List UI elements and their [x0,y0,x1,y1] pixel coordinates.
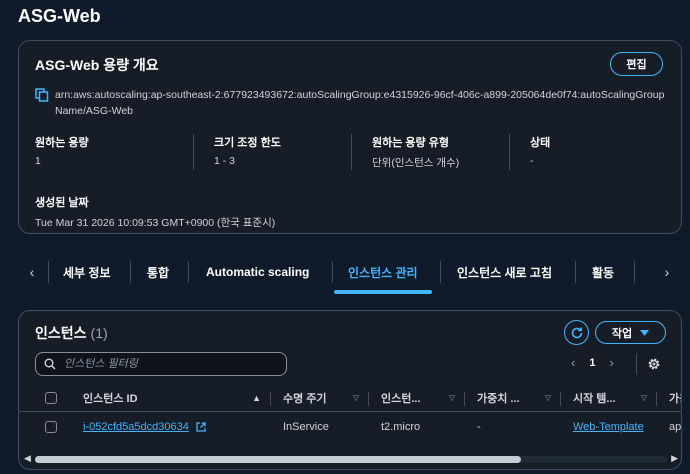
tab-details[interactable]: 세부 정보 [63,253,111,291]
tab-instance-refresh[interactable]: 인스턴스 새로 고침 [457,253,552,291]
tab-scroll-right-icon[interactable]: › [659,262,675,282]
page-title: ASG-Web [18,6,101,26]
field-value: 1 - 3 [214,155,236,167]
column-label: 수명 주기 [283,392,327,405]
pagination-divider [636,354,637,374]
created-label: 생성된 날짜 [35,197,89,209]
tab-automatic-scaling[interactable]: Automatic scaling [206,253,309,291]
pagination: ‹ 1 › [571,355,614,370]
sort-caret-icon: ▽ [640,393,647,403]
column-label: 가중치 ... [477,392,520,405]
table-row[interactable]: i-052cfd5a5dcd30634 InService t2.micro -… [19,411,682,443]
availability-zone-cell: apse2- [669,421,682,434]
select-all-checkbox[interactable] [45,391,57,404]
field-scaling-limits: 크기 조정 한도 1 - 3 [193,134,351,170]
column-header-instance-type[interactable]: 인스턴... ▽ [369,385,465,412]
field-label: 원하는 용량 [35,137,89,149]
column-header-weight[interactable]: 가중치 ... ▽ [465,385,561,412]
column-header-lifecycle[interactable]: 수명 주기 ▽ [271,385,369,412]
column-header-instance-id[interactable]: 인스턴스 ID ▲ [71,385,271,412]
field-value: 단위(인스턴스 개수) [372,157,460,169]
tab-divider [130,261,131,283]
weight-cell: - [477,421,481,434]
instances-table: 인스턴스 ID ▲ 수명 주기 ▽ 인스턴... ▽ 가중치 ... ▽ 시작 템...… [19,385,682,443]
launch-template-cell: Web-Template [561,411,657,443]
copy-icon[interactable] [35,88,49,102]
capacity-overview-title: ASG-Web 용량 개요 [35,57,159,73]
capacity-fields: 원하는 용량 1 크기 조정 한도 1 - 3 원하는 용량 유형 단위(인스턴… [35,134,671,170]
field-value: 1 [35,155,41,167]
tab-scroll-left-icon[interactable]: ‹ [24,262,40,282]
instances-count: (1) [90,325,108,341]
external-link-icon[interactable] [196,422,206,432]
tab-divider [332,261,333,283]
field-status: 상태 - [509,134,667,170]
instances-heading: 인스턴스 (1) [35,323,108,343]
tab-bar: ‹ 세부 정보 통합 Automatic scaling 인스턴스 관리 인스턴… [18,253,682,297]
caret-down-icon [640,329,650,336]
tab-instance-management[interactable]: 인스턴스 관리 [334,253,432,294]
created-date: 생성된 날짜 Tue Mar 31 2026 10:09:53 GMT+0900… [35,194,275,230]
refresh-button[interactable] [564,320,589,345]
page-number[interactable]: 1 [589,357,595,369]
tab-divider [634,261,635,283]
horizontal-scrollbar[interactable]: ◀ ▶ [21,453,681,465]
instance-id-link[interactable]: i-052cfd5a5dcd30634 [83,421,189,433]
row-select-cell [19,411,71,443]
column-label: 가용 영 [669,392,681,405]
field-capacity-type: 원하는 용량 유형 단위(인스턴스 개수) [351,134,509,170]
scroll-right-icon[interactable]: ▶ [671,453,678,464]
sort-caret-icon: ▽ [544,393,551,403]
sort-ascending-icon: ▲ [252,392,261,403]
sort-caret-icon: ▽ [352,393,359,403]
select-all-header [19,385,71,412]
field-desired-capacity: 원하는 용량 1 [35,134,193,170]
instance-filter[interactable] [35,352,287,376]
sort-caret-icon: ▽ [448,393,455,403]
tab-divider [188,261,189,283]
field-label: 상태 [530,137,551,149]
column-header-launch-template[interactable]: 시작 템... ▽ [561,385,657,412]
settings-gear-icon[interactable] [646,356,662,372]
actions-label: 작업 [611,327,633,340]
lifecycle-cell: InService [283,421,329,434]
column-label: 인스턴... [381,392,421,405]
instance-id-cell: i-052cfd5a5dcd30634 [71,411,271,443]
scroll-left-icon[interactable]: ◀ [24,453,31,464]
tab-divider [48,261,49,283]
field-label: 크기 조정 한도 [214,137,281,149]
arn-value: arn:aws:autoscaling:ap-southeast-2:67792… [55,89,665,117]
instance-filter-input[interactable] [64,358,264,370]
column-label: 인스턴스 ID [83,392,138,405]
instance-type-cell: t2.micro [381,421,421,434]
next-page-icon[interactable]: › [609,355,613,370]
row-checkbox[interactable] [45,421,57,434]
tab-integrations[interactable]: 통합 [147,253,169,291]
refresh-icon [571,327,582,338]
scrollbar-thumb[interactable] [35,456,521,463]
capacity-overview-card: ASG-Web 용량 개요 편집 arn:aws:autoscaling:ap-… [18,40,682,234]
field-label: 원하는 용량 유형 [372,137,449,149]
created-value: Tue Mar 31 2026 10:09:53 GMT+0900 (한국 표준… [35,217,276,229]
launch-template-link[interactable]: Web-Template [573,421,644,433]
tab-divider [440,261,441,283]
field-value: - [530,155,534,167]
edit-button[interactable]: 편집 [610,52,663,76]
arn-row: arn:aws:autoscaling:ap-southeast-2:67792… [35,87,671,119]
previous-page-icon[interactable]: ‹ [571,355,575,370]
table-header-row: 인스턴스 ID ▲ 수명 주기 ▽ 인스턴... ▽ 가중치 ... ▽ 시작 템...… [19,385,681,412]
tab-divider [575,261,576,283]
actions-button[interactable]: 작업 [595,321,666,344]
search-icon [44,358,56,370]
column-header-availability-zone[interactable]: 가용 영 [657,385,681,412]
instances-card: 인스턴스(1) 작업 ‹ 1 › 인스턴스 ID ▲ [18,310,682,470]
tab-activity[interactable]: 활동 [592,253,614,291]
instances-title: 인스턴스 [35,325,87,341]
column-label: 시작 템... [573,392,616,405]
